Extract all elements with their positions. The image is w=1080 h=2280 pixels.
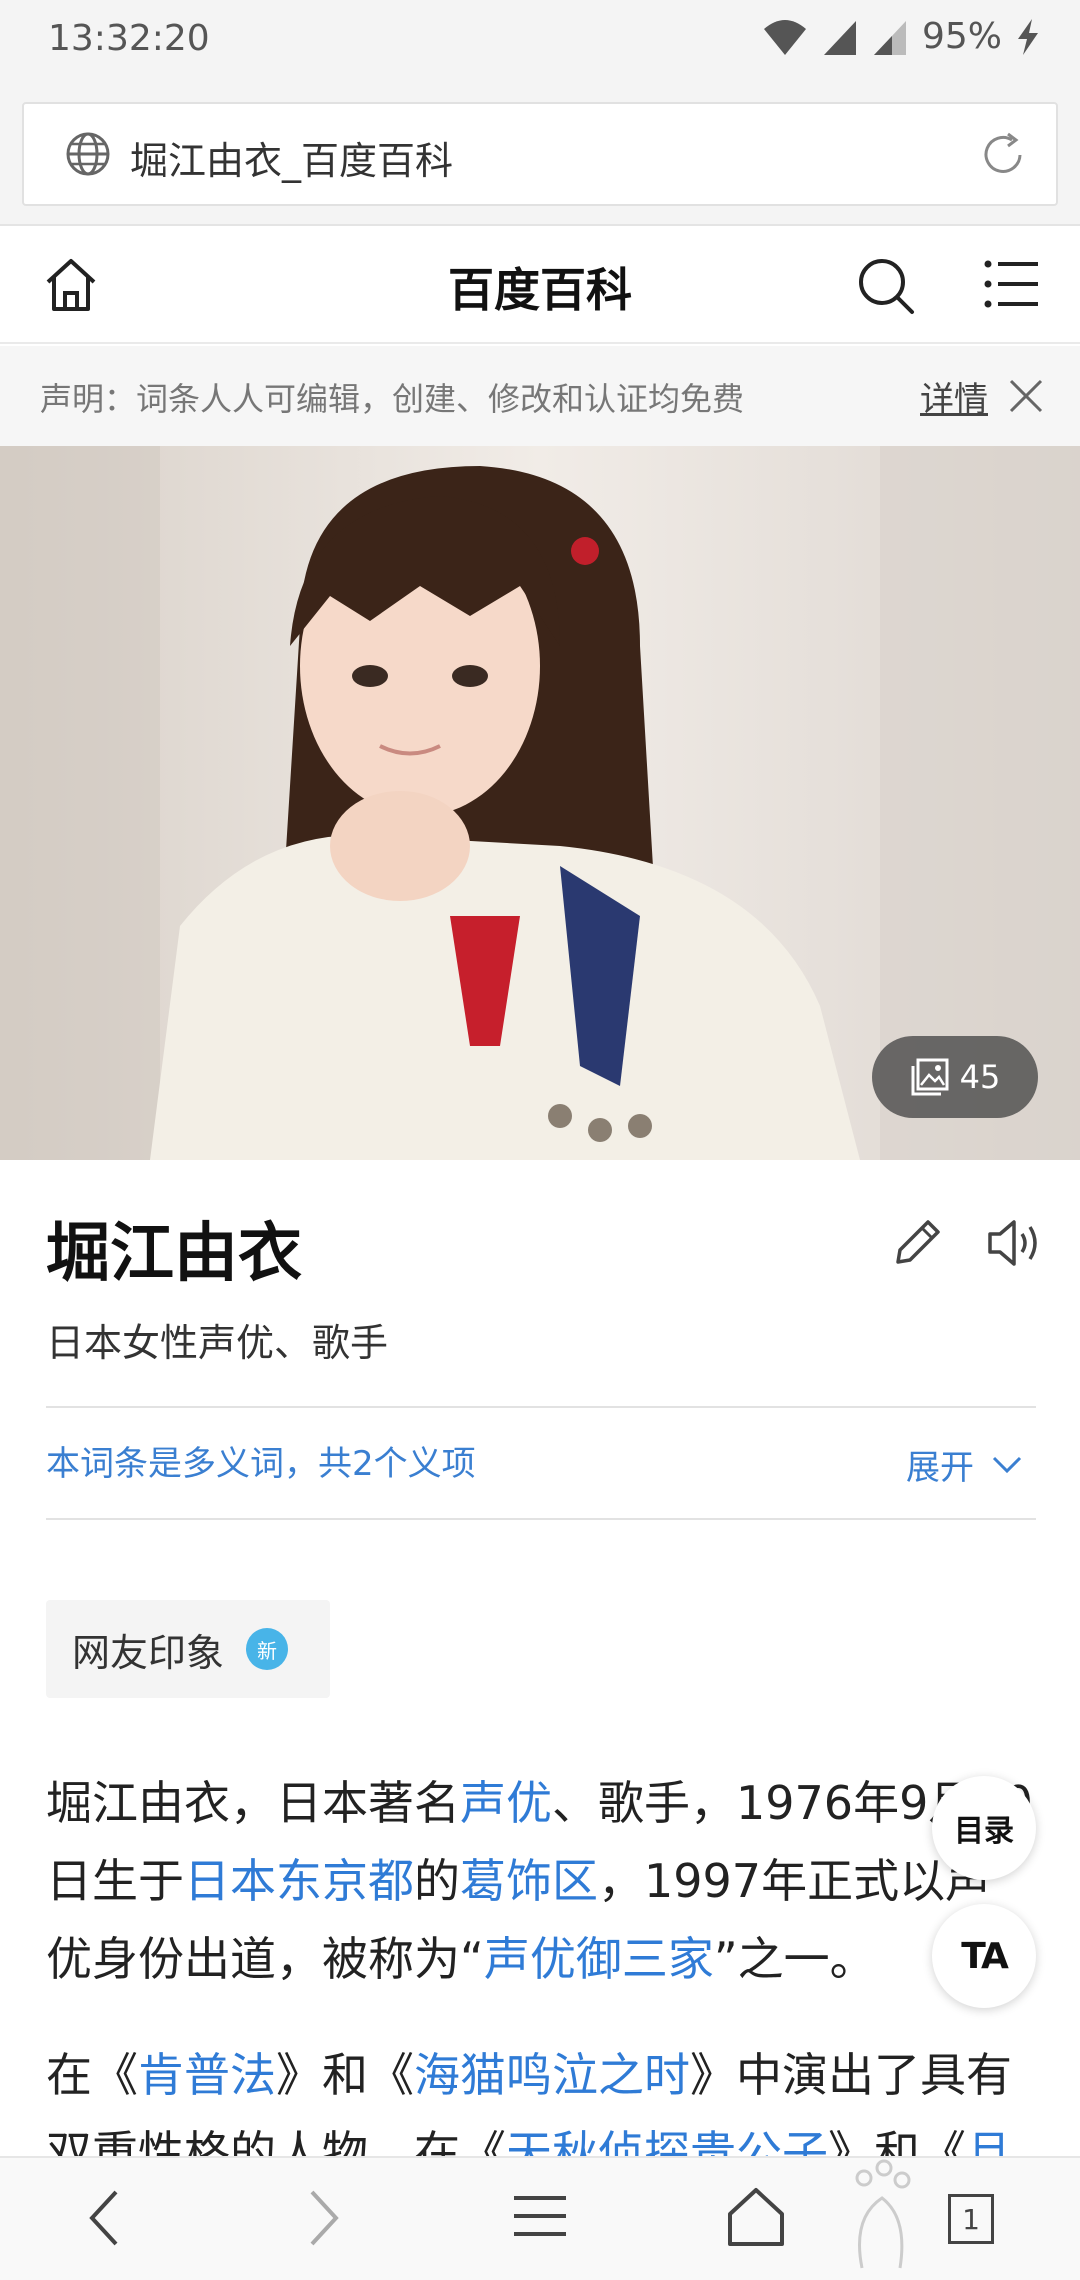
text-run: ”之一。 (713, 1932, 876, 1986)
font-size-button[interactable]: TA (932, 1904, 1036, 2008)
paragraph-line: 在《肯普法》和《海猫鸣泣之时》中演出了具有 (46, 2036, 1036, 2114)
text-run: 的 (414, 1854, 460, 1908)
signal-icon-2 (873, 20, 906, 55)
link-detective[interactable]: 天秋侦探贵公子 (506, 2126, 828, 2156)
charging-icon (1018, 18, 1038, 55)
tab-count: 1 (948, 2194, 994, 2244)
address-bar[interactable]: 堀江由衣_百度百科 (22, 102, 1058, 206)
signal-icon (823, 20, 856, 55)
text-run: 》中演出了具有 (690, 2048, 1012, 2102)
details-link[interactable]: 详情 (920, 372, 988, 421)
text-run: ，1997年正式以声 (598, 1854, 992, 1908)
link-katsushika[interactable]: 葛饰区 (460, 1854, 598, 1908)
reload-icon[interactable] (976, 128, 1030, 182)
link-next-title[interactable]: 旦 (966, 2126, 1012, 2156)
globe-icon (66, 132, 110, 176)
table-of-contents-button[interactable]: 目录 (932, 1776, 1036, 1880)
status-time: 13:32:20 (48, 18, 210, 59)
link-tokyo[interactable]: 日本东京都 (184, 1854, 414, 1908)
expand-button[interactable]: 展开 (906, 1440, 1022, 1489)
link-umineko[interactable]: 海猫鸣泣之时 (414, 2048, 690, 2102)
home-nav-icon[interactable] (726, 2186, 786, 2248)
roles-paragraph: 在《肯普法》和《海猫鸣泣之时》中演出了具有 双重性格的人物，在《天秋侦探贵公子》… (46, 2036, 1036, 2156)
paragraph-line: 堀江由衣，日本著名声优、歌手，1976年9月20 (46, 1764, 1036, 1842)
photo-count: 45 (959, 1058, 1001, 1096)
gallery-icon (911, 1058, 949, 1096)
entry-photo[interactable]: 45 (0, 446, 1080, 1160)
text-run: 日生于 (46, 1854, 184, 1908)
text-run: 》和《 (276, 2048, 414, 2102)
text-run: 》和《 (828, 2126, 966, 2156)
page-title-text: 堀江由衣_百度百科 (130, 139, 454, 183)
text-run: 双重性格的人物，在《 (46, 2126, 506, 2156)
search-icon[interactable] (856, 256, 916, 316)
paragraph-line: 优身份出道，被称为“声优御三家”之一。 (46, 1920, 1036, 1998)
close-icon[interactable] (1008, 378, 1044, 414)
disclaimer-bar: 声明：词条人人可编辑，创建、修改和认证均免费 详情 (0, 346, 1080, 446)
site-title: 百度百科 (448, 263, 632, 317)
text-run: 优身份出道，被称为“ (46, 1932, 484, 1986)
link-seiyu[interactable]: 声优 (460, 1776, 552, 1830)
entry-title: 堀江由衣 (46, 1217, 302, 1291)
tabs-button[interactable]: 1 (948, 2194, 994, 2244)
expand-label: 展开 (906, 1448, 974, 1488)
text-run: 在《 (46, 2048, 138, 2102)
status-icons: 95% (762, 16, 1040, 57)
speaker-icon[interactable] (986, 1214, 1042, 1272)
new-badge: 新 (246, 1628, 289, 1670)
entry-subtitle: 日本女性声优、歌手 (46, 1321, 389, 1365)
battery-level: 95% (921, 16, 1002, 57)
impression-label: 网友印象 (72, 1630, 225, 1675)
edit-icon[interactable] (888, 1214, 946, 1272)
site-header: 百度百科 (0, 228, 1080, 344)
netizen-impression-button[interactable]: 网友印象 新 (46, 1600, 330, 1698)
chevron-down-icon (992, 1456, 1022, 1473)
disclaimer-text: 声明：词条人人可编辑，创建、修改和认证均免费 (40, 380, 745, 418)
wifi-icon (763, 19, 806, 55)
browser-bottom-nav: 1 (0, 2156, 1080, 2280)
link-kampfer[interactable]: 肯普法 (138, 2048, 276, 2102)
paw-watermark-icon (855, 2159, 911, 2269)
menu-icon[interactable] (984, 258, 1040, 310)
paragraph-line: 双重性格的人物，在《天秋侦探贵公子》和《旦 (46, 2114, 1036, 2156)
divider (46, 1406, 1036, 1408)
back-icon[interactable] (84, 2186, 124, 2250)
menu-lines-icon[interactable] (512, 2186, 568, 2246)
status-bar: 13:32:20 95% (0, 0, 1080, 86)
divider (46, 1518, 1036, 1520)
browser-address-area: 堀江由衣_百度百科 (0, 86, 1080, 226)
text-run: 堀江由衣，日本著名 (46, 1776, 460, 1830)
intro-paragraph: 堀江由衣，日本著名声优、歌手，1976年9月20 日生于日本东京都的葛饰区，19… (46, 1764, 1036, 1998)
paragraph-line: 日生于日本东京都的葛饰区，1997年正式以声 (46, 1842, 1036, 1920)
photo-count-badge[interactable]: 45 (872, 1036, 1038, 1118)
forward-icon[interactable] (304, 2186, 344, 2250)
link-gosanke[interactable]: 声优御三家 (484, 1932, 714, 1986)
polysemy-notice[interactable]: 本词条是多义词，共2个义项 (46, 1436, 476, 1485)
